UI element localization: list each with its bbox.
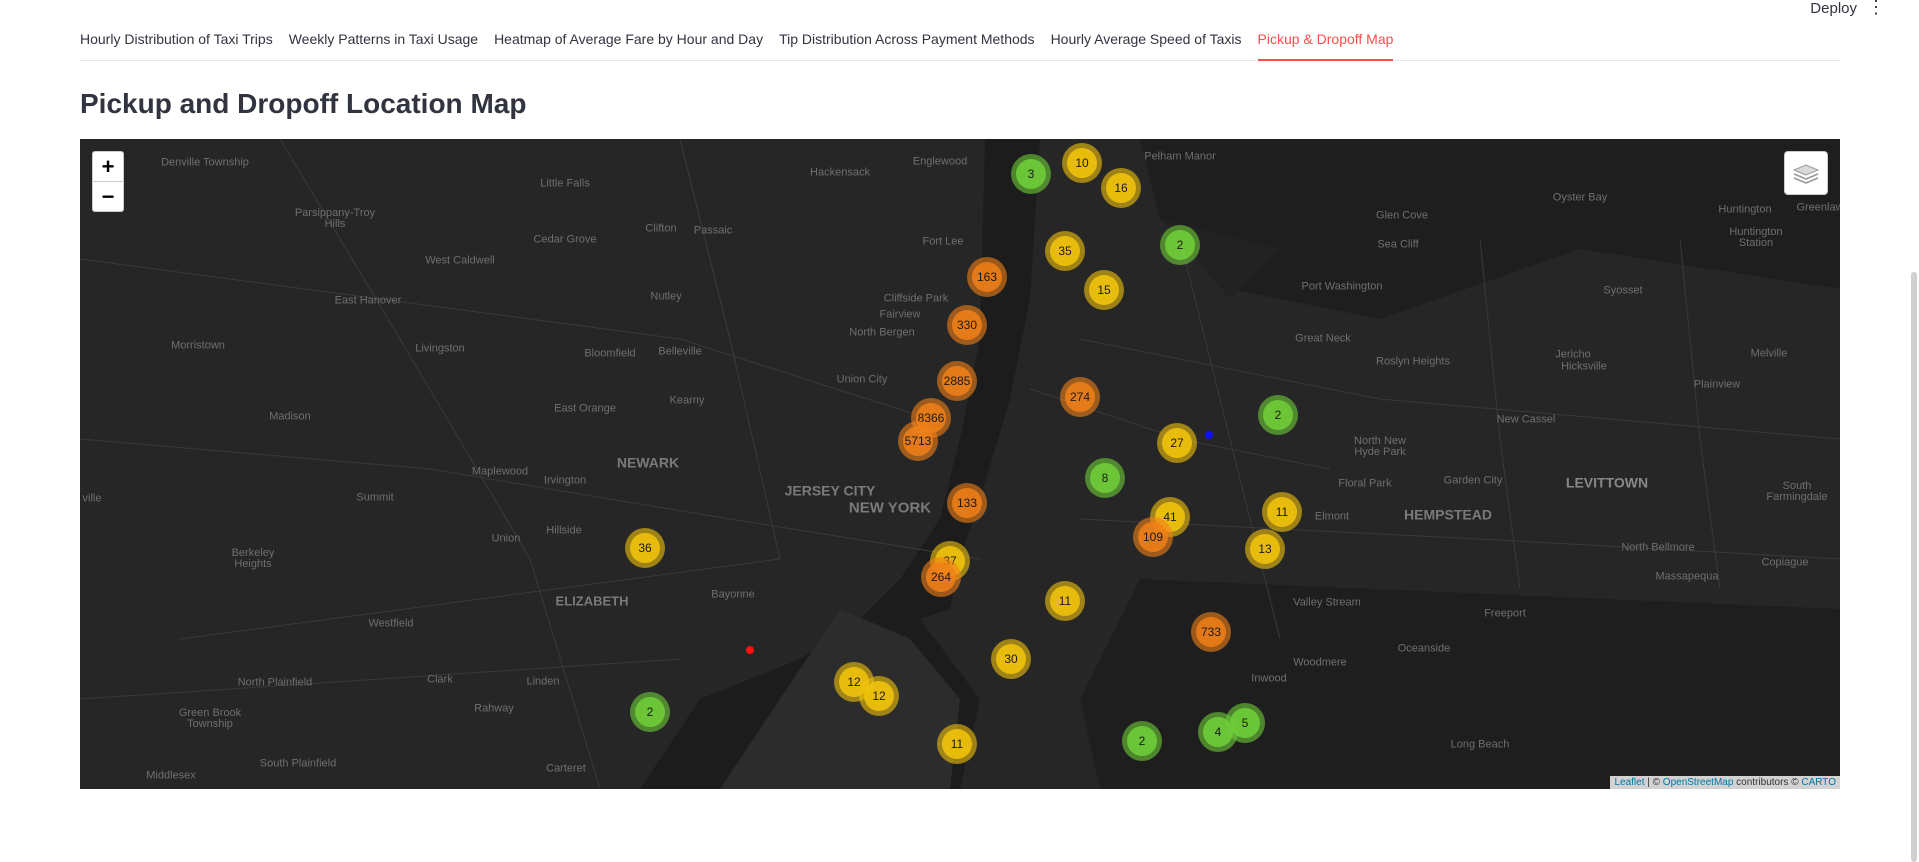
scrollbar[interactable] xyxy=(1911,272,1917,862)
marker-cluster[interactable]: 35 xyxy=(1045,231,1085,271)
tab-tip-distribution[interactable]: Tip Distribution Across Payment Methods xyxy=(779,26,1034,59)
marker-cluster[interactable]: 36 xyxy=(625,528,665,568)
openstreetmap-link[interactable]: OpenStreetMap xyxy=(1663,777,1734,788)
marker-cluster[interactable]: 163 xyxy=(967,257,1007,297)
tab-average-speed[interactable]: Hourly Average Speed of Taxis xyxy=(1051,26,1242,59)
marker-cluster[interactable]: 11 xyxy=(937,724,977,764)
carto-link[interactable]: CARTO xyxy=(1801,777,1836,788)
zoom-in-button[interactable]: + xyxy=(93,152,123,181)
tab-weekly-patterns[interactable]: Weekly Patterns in Taxi Usage xyxy=(289,26,478,59)
marker-cluster[interactable]: 16 xyxy=(1101,168,1141,208)
marker-cluster[interactable]: 13 xyxy=(1245,529,1285,569)
marker-cluster[interactable]: 11 xyxy=(1262,492,1302,532)
marker-cluster[interactable]: 10 xyxy=(1062,143,1102,183)
marker-cluster[interactable]: 733 xyxy=(1191,612,1231,652)
tab-fare-heatmap[interactable]: Heatmap of Average Fare by Hour and Day xyxy=(494,26,763,59)
marker-cluster[interactable]: 12 xyxy=(859,676,899,716)
map-basemap xyxy=(80,139,1840,789)
marker-cluster[interactable]: 2 xyxy=(1258,395,1298,435)
dropoff-point[interactable] xyxy=(1205,431,1213,439)
zoom-control: + − xyxy=(92,151,124,212)
marker-cluster[interactable]: 30 xyxy=(991,639,1031,679)
marker-cluster[interactable]: 274 xyxy=(1060,377,1100,417)
map-attribution: Leaflet | © OpenStreetMap contributors ©… xyxy=(1610,776,1840,789)
attribution-text: contributors © xyxy=(1733,777,1802,788)
marker-cluster[interactable]: 264 xyxy=(921,557,961,597)
layers-icon[interactable] xyxy=(1784,151,1828,195)
map-container[interactable]: Denville Township Little Falls Hackensac… xyxy=(80,139,1840,789)
marker-cluster[interactable]: 109 xyxy=(1133,517,1173,557)
pickup-point[interactable] xyxy=(746,646,754,654)
marker-cluster[interactable]: 5713 xyxy=(898,421,938,461)
marker-cluster[interactable]: 15 xyxy=(1084,270,1124,310)
marker-cluster[interactable]: 3 xyxy=(1011,154,1051,194)
marker-cluster[interactable]: 8 xyxy=(1085,458,1125,498)
leaflet-link[interactable]: Leaflet xyxy=(1614,777,1644,788)
marker-cluster[interactable]: 2 xyxy=(1122,721,1162,761)
marker-cluster[interactable]: 27 xyxy=(1157,423,1197,463)
tab-hourly-distribution[interactable]: Hourly Distribution of Taxi Trips xyxy=(80,26,273,59)
tab-bar: Hourly Distribution of Taxi Trips Weekly… xyxy=(80,26,1840,61)
zoom-out-button[interactable]: − xyxy=(93,181,123,211)
marker-cluster[interactable]: 330 xyxy=(947,305,987,345)
marker-cluster[interactable]: 5 xyxy=(1225,703,1265,743)
marker-cluster[interactable]: 2885 xyxy=(937,361,977,401)
marker-cluster[interactable]: 11 xyxy=(1045,581,1085,621)
kebab-menu-icon[interactable]: ⋮ xyxy=(1867,0,1885,16)
attribution-text: | © xyxy=(1644,777,1663,788)
marker-cluster[interactable]: 2 xyxy=(630,692,670,732)
marker-cluster[interactable]: 133 xyxy=(947,483,987,523)
marker-cluster[interactable]: 2 xyxy=(1160,225,1200,265)
tab-pickup-dropoff-map[interactable]: Pickup & Dropoff Map xyxy=(1257,26,1394,61)
deploy-button[interactable]: Deploy xyxy=(1810,0,1857,17)
page-title: Pickup and Dropoff Location Map xyxy=(80,88,527,119)
